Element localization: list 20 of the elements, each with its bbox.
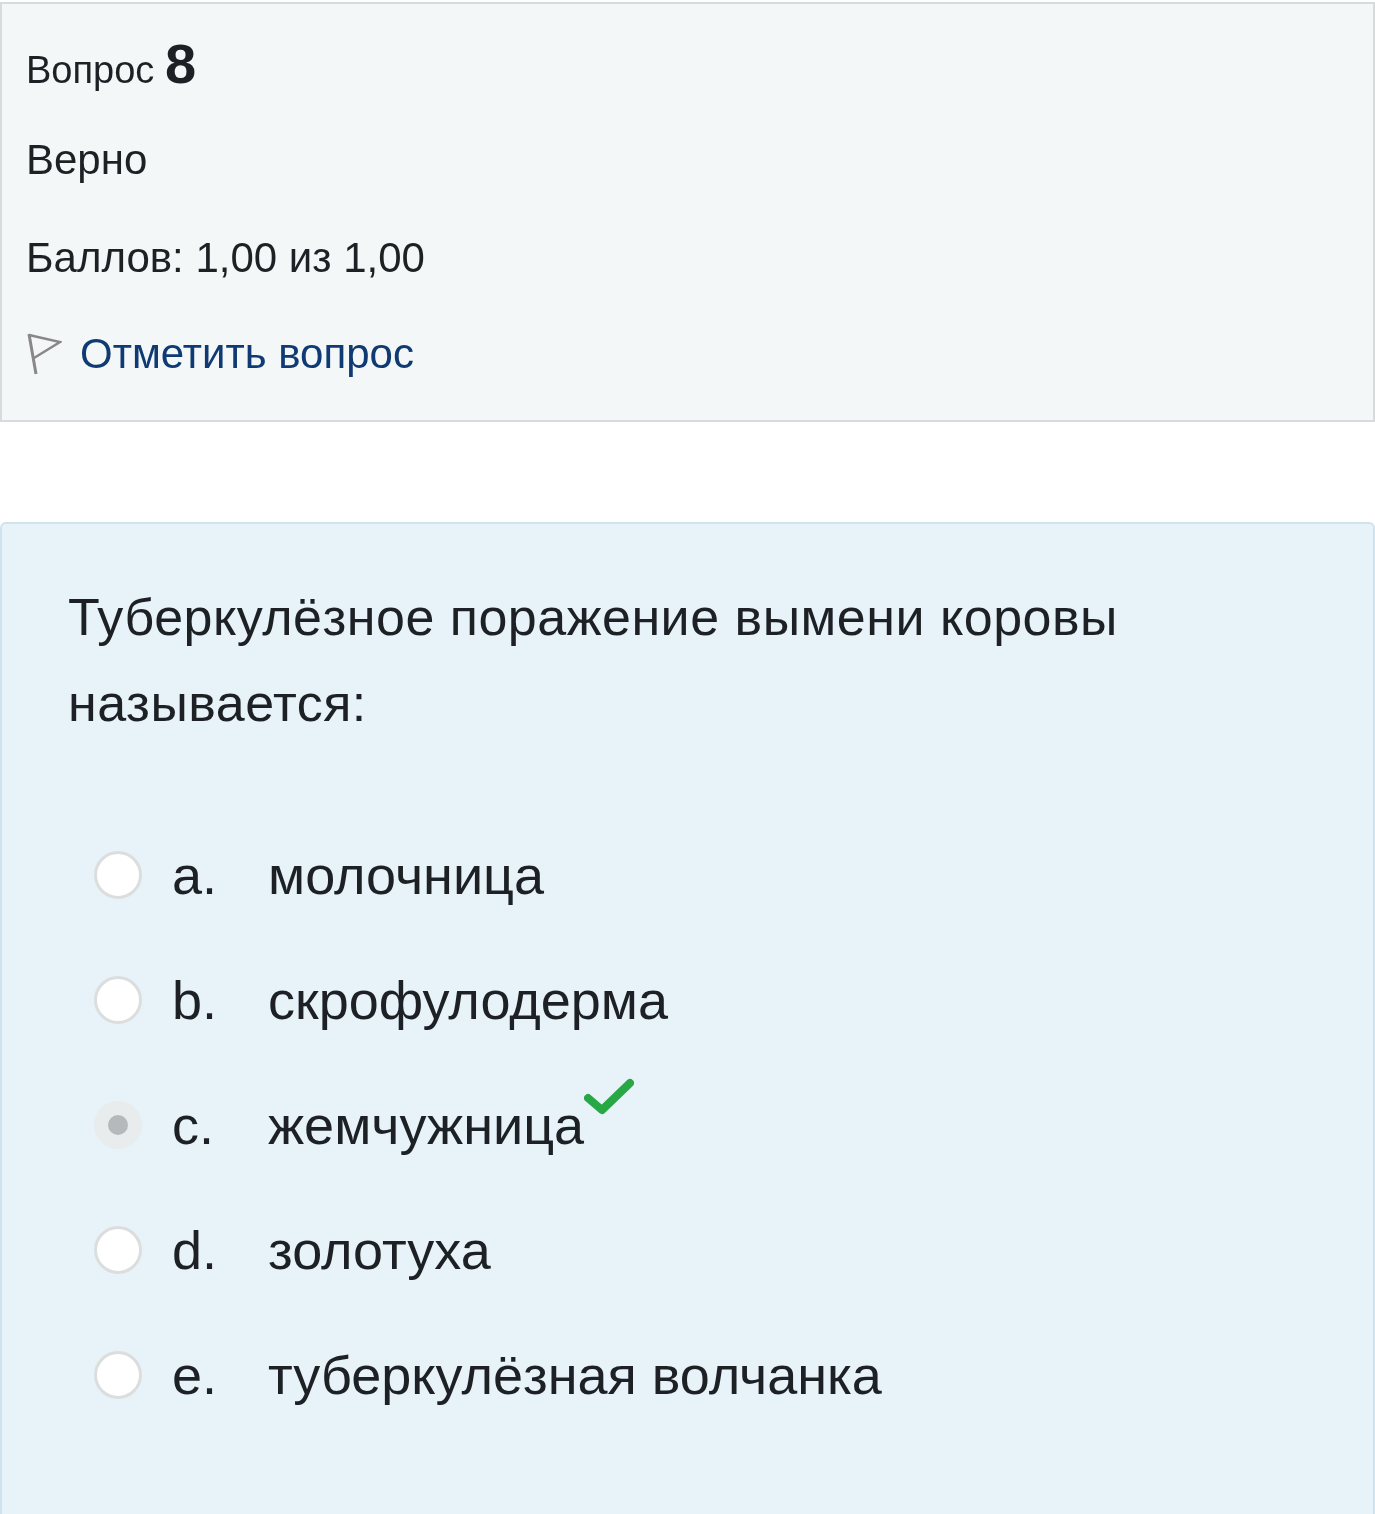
- option-text: золотуха: [268, 1219, 491, 1280]
- flag-question-link[interactable]: Отметить вопрос: [80, 324, 414, 384]
- radio-button[interactable]: [94, 1100, 142, 1149]
- question-state: Верно: [26, 135, 149, 185]
- option-letter: c.: [172, 1094, 215, 1155]
- question-grade: Баллов: 1,00 из 1,00: [26, 233, 426, 283]
- option-text: туберкулёзная волчанка: [268, 1344, 882, 1405]
- radio-button[interactable]: [94, 975, 142, 1024]
- option-letter: d.: [172, 1219, 219, 1280]
- radio-button[interactable]: [94, 1350, 142, 1399]
- question-heading: Вопрос 8: [26, 34, 198, 94]
- radio-button[interactable]: [94, 1225, 142, 1274]
- option-text: скрофулодерма: [268, 969, 669, 1030]
- option-letter: a.: [172, 844, 219, 905]
- option-letter: e.: [172, 1344, 219, 1405]
- radio-button[interactable]: [94, 850, 142, 899]
- option-text: молочница: [268, 844, 544, 905]
- question-text: Туберкулёзное поражение вымени коровы называется:: [68, 587, 1119, 734]
- option-text: жемчужница: [268, 1094, 585, 1155]
- option-letter: b.: [172, 969, 219, 1030]
